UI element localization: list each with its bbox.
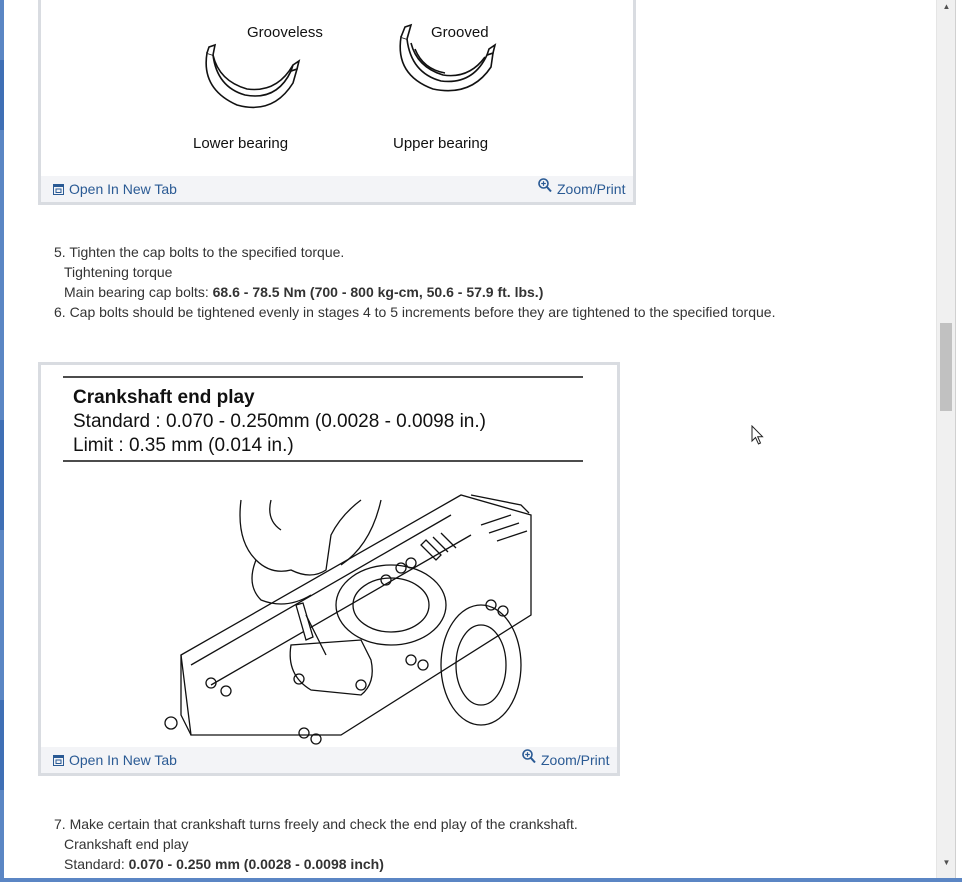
open-new-tab-icon [53, 183, 64, 195]
vertical-scrollbar[interactable]: ▲ ▼ [936, 0, 956, 878]
label-grooved: Grooved [431, 24, 489, 41]
torque-label: Main bearing cap bolts: [64, 284, 213, 300]
step-5-text: 5. Tighten the cap bolts to the specifie… [54, 244, 345, 260]
figure-toolbar: Open In New Tab Zoom/Print [41, 176, 633, 202]
standard-value: 0.070 - 0.250 mm (0.0028 - 0.0098 inch) [128, 856, 384, 872]
zoom-print-label: Zoom/Print [541, 752, 610, 768]
figure-crankshaft-end-play: Crankshaft end play Standard : 0.070 - 0… [38, 362, 620, 776]
zoom-print-link[interactable]: Zoom/Print [538, 177, 625, 197]
torque-value: 68.6 - 78.5 Nm (700 - 800 kg-cm, 50.6 - … [212, 284, 544, 300]
zoom-print-label: Zoom/Print [557, 181, 626, 197]
figure-bearings: Grooveless Grooved Lower bearing Upper b… [38, 0, 636, 205]
scroll-down-arrow-icon[interactable]: ▼ [937, 856, 956, 870]
step-7-text: 7. Make certain that crankshaft turns fr… [54, 816, 578, 832]
magnifier-zoom-icon [522, 748, 536, 764]
label-upper-bearing: Upper bearing [393, 135, 488, 152]
caption-limit: Limit : 0.35 mm (0.014 in.) [73, 435, 294, 456]
step-7-sub-standard: Standard: 0.070 - 0.250 mm (0.0028 - 0.0… [54, 854, 578, 874]
window-right-border [955, 0, 962, 878]
scroll-up-arrow-icon[interactable]: ▲ [937, 0, 956, 14]
step-5-sub-torque: Tightening torque [64, 264, 173, 280]
step-5-sub-value: Main bearing cap bolts: 68.6 - 78.5 Nm (… [54, 282, 775, 302]
caption-standard: Standard : 0.070 - 0.250mm (0.0028 - 0.0… [73, 411, 486, 432]
bearing-diagram: Grooveless Grooved Lower bearing Upper b… [193, 23, 497, 152]
scrollbar-thumb[interactable] [940, 323, 952, 411]
standard-label: Standard: [64, 856, 129, 872]
open-in-new-tab-link[interactable]: Open In New Tab [53, 752, 177, 768]
magnifier-zoom-icon [538, 177, 552, 193]
open-new-tab-icon [53, 754, 64, 766]
crankshaft-diagram: Crankshaft end play Standard : 0.070 - 0… [63, 376, 583, 745]
open-in-new-tab-label: Open In New Tab [69, 181, 177, 197]
mouse-pointer-icon [751, 424, 765, 450]
figure-toolbar: Open In New Tab Zoom/Print [41, 747, 617, 773]
steps-5-6: 5. Tighten the cap bolts to the specifie… [54, 242, 775, 322]
window-bottom-border [0, 878, 962, 882]
label-grooveless: Grooveless [247, 24, 323, 41]
article-content: Grooveless Grooved Lower bearing Upper b… [4, 0, 936, 878]
zoom-print-link[interactable]: Zoom/Print [522, 748, 609, 768]
step-7-sub-endplay: Crankshaft end play [64, 836, 189, 852]
label-lower-bearing: Lower bearing [193, 135, 288, 152]
open-in-new-tab-link[interactable]: Open In New Tab [53, 181, 177, 197]
caption-title: Crankshaft end play [73, 387, 255, 408]
open-in-new-tab-label: Open In New Tab [69, 752, 177, 768]
step-6-text: 6. Cap bolts should be tightened evenly … [54, 304, 776, 320]
step-7: 7. Make certain that crankshaft turns fr… [54, 814, 578, 874]
